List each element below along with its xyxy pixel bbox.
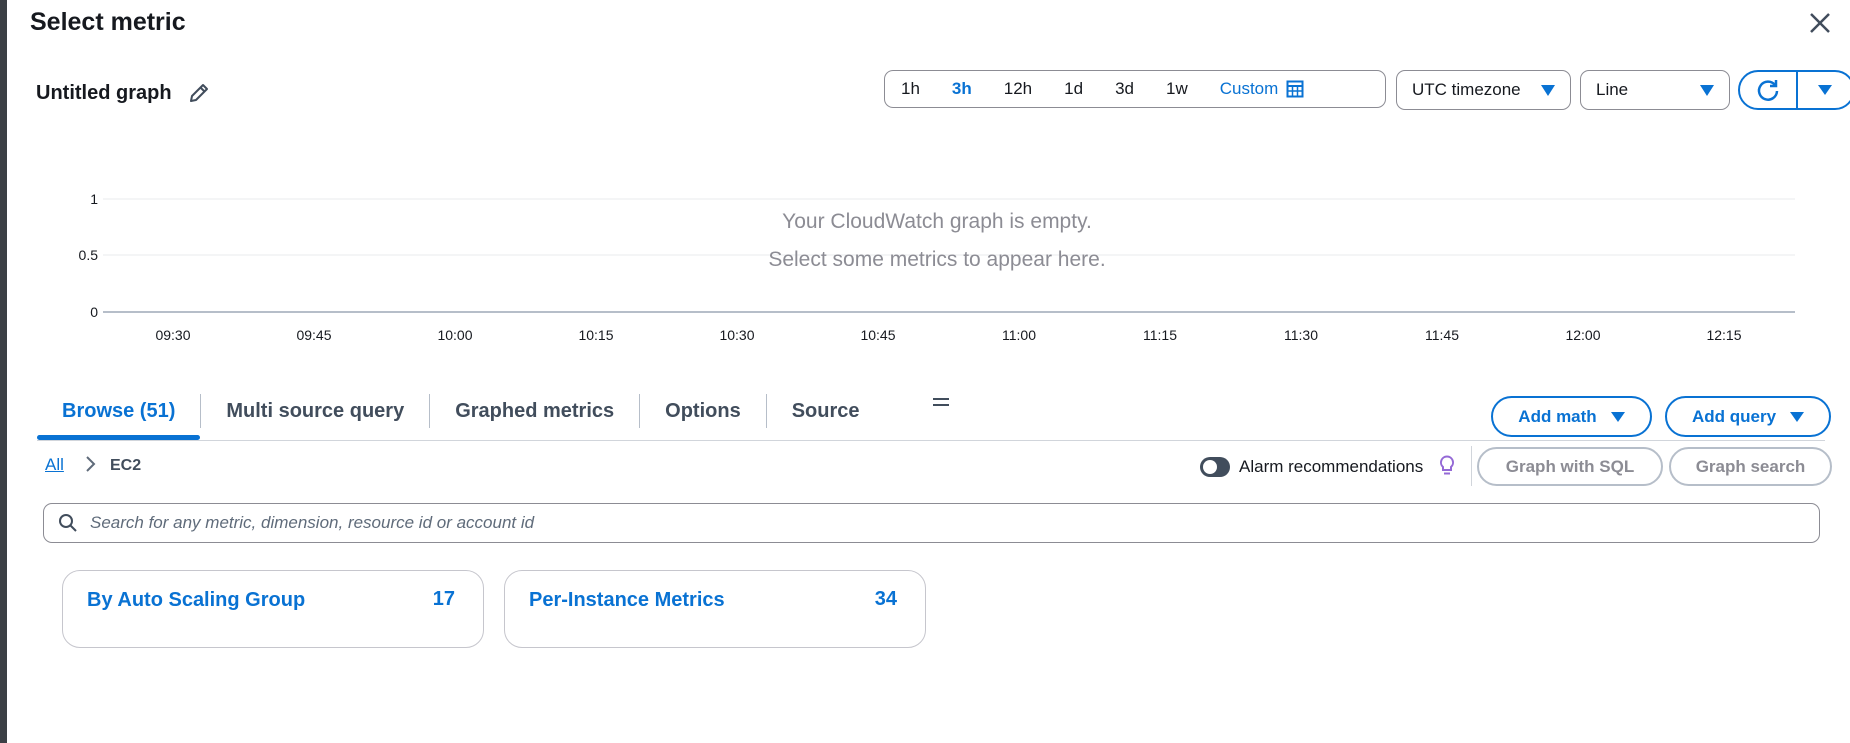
graph-with-sql-button[interactable]: Graph with SQL [1477,447,1663,486]
metric-search-box [43,503,1820,543]
chevron-right-icon [86,456,96,472]
tab-options[interactable]: Options [640,382,766,440]
x-tick: 10:30 [719,327,755,343]
empty-chart [103,198,1795,313]
x-tick: 09:45 [296,327,332,343]
tab-source[interactable]: Source [767,382,885,440]
card-count: 34 [874,588,897,610]
x-tick: 10:00 [437,327,473,343]
tab-graphed-metrics[interactable]: Graphed metrics [430,382,639,440]
empty-graph-message: Your CloudWatch graph is empty. [782,210,1092,233]
x-tick: 10:15 [578,327,614,343]
x-tick: 11:45 [1425,327,1459,343]
background-page-edge [0,0,7,743]
add-query-label: Add query [1691,406,1777,426]
tab-bar: Browse (51) Multi source query Graphed m… [37,382,885,440]
tab-browse[interactable]: Browse (51) [37,382,201,440]
breadcrumb-all-link[interactable]: All [45,455,64,475]
metric-search-input[interactable] [90,513,1790,533]
card-title[interactable]: Per-Instance Metrics [529,589,725,612]
caret-down-icon [1610,411,1625,422]
y-tick: 1 [90,191,98,207]
search-icon [59,514,77,532]
y-tick: 0.5 [78,247,98,263]
alarm-recommendations-label: Alarm recommendations [1239,457,1424,476]
namespace-card-per-instance[interactable]: Per-Instance Metrics 34 [504,570,926,648]
y-tick: 0 [90,304,98,320]
add-query-button[interactable]: Add query [1665,396,1831,437]
x-tick: 12:15 [1706,327,1742,343]
lightbulb-icon[interactable] [1439,455,1455,477]
add-math-label: Add math [1518,406,1597,426]
graph-search-button[interactable]: Graph search [1669,447,1832,486]
x-tick: 09:30 [155,327,191,343]
namespace-card-auto-scaling-group[interactable]: By Auto Scaling Group 17 [62,570,484,648]
card-count: 17 [432,588,455,610]
select-metric-dialog: Select metric Untitled graph 1h 3h 12h 1… [7,0,1850,743]
breadcrumb-current: EC2 [110,457,142,474]
x-tick: 11:00 [1002,327,1036,343]
x-tick: 10:45 [860,327,896,343]
empty-graph-hint: Select some metrics to appear here. [768,248,1106,271]
tab-multi-source-query[interactable]: Multi source query [201,382,429,440]
resize-handle-icon[interactable] [932,395,950,409]
tab-underline [37,440,1825,441]
x-tick: 11:30 [1284,327,1318,343]
alarm-recommendations-toggle[interactable] [1200,457,1230,477]
divider [1471,446,1472,486]
add-math-button[interactable]: Add math [1491,396,1652,437]
x-tick: 12:00 [1565,327,1601,343]
card-title[interactable]: By Auto Scaling Group [87,589,305,612]
caret-down-icon [1790,411,1805,422]
x-tick: 11:15 [1143,327,1177,343]
